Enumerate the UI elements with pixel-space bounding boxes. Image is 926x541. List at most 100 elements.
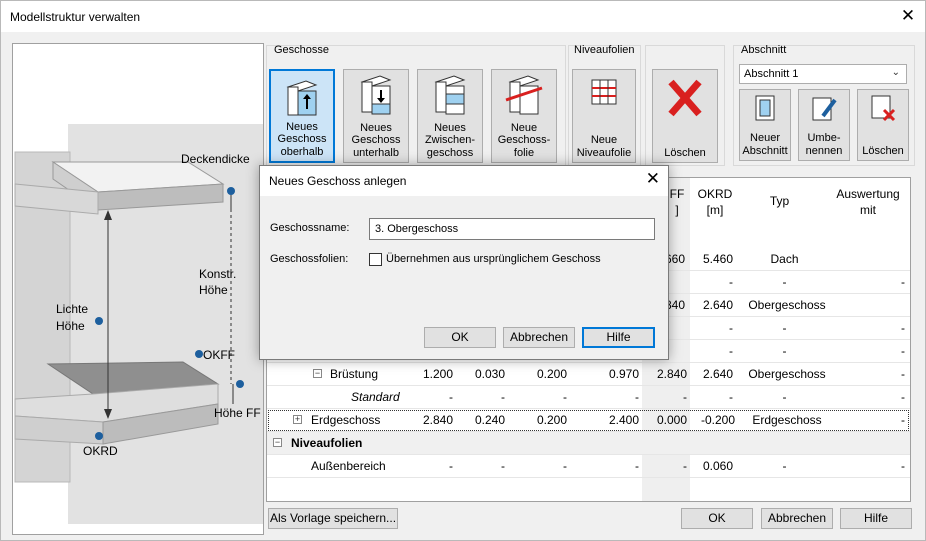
ok-button[interactable]: OK <box>681 508 753 529</box>
cell-f: 0.060 <box>702 459 733 473</box>
cell-name: Niveaufolien <box>291 436 363 450</box>
close-icon[interactable]: ✕ <box>646 169 660 189</box>
cell-typ: - <box>782 321 787 335</box>
dialog-ok-button[interactable]: OK <box>424 327 496 348</box>
table-row-aussenbereich[interactable]: Außenbereich - - - - - 0.060 - - <box>267 455 910 478</box>
btn-label-1: Umbe- <box>807 132 841 144</box>
new-intermediate-floor-button[interactable]: Neues Zwischen-geschoss <box>417 69 483 163</box>
floor-above-icon <box>286 80 318 116</box>
floor-name-input[interactable]: 3. Obergeschoss <box>369 218 655 240</box>
cell-f: 2.640 <box>702 367 733 381</box>
new-floor-above-button[interactable]: Neues Geschoss oberhalb <box>269 69 335 163</box>
btn-label: Löschen <box>862 144 904 157</box>
cell-okrd: 2.640 <box>702 298 733 312</box>
label-hoehe-ff: Höhe FF <box>214 406 261 420</box>
collapse-icon[interactable]: − <box>313 369 322 378</box>
btn-label-2: Geschoss <box>351 134 401 146</box>
cell-d: - <box>635 459 639 473</box>
delete-button[interactable]: Löschen <box>652 69 718 163</box>
cell-last: - <box>901 367 905 381</box>
label-deckendicke: Deckendicke <box>181 152 250 166</box>
group-label-niveaufolien: Niveaufolien <box>574 44 635 56</box>
cell-c: 0.200 <box>536 367 567 381</box>
cell-okrd: - <box>729 275 733 289</box>
header-okrd: OKRD <box>697 187 733 201</box>
table-row-erdgeschoss[interactable]: + Erdgeschoss 2.840 0.240 0.200 2.400 0.… <box>267 409 910 432</box>
cell-e: 0.000 <box>656 413 687 427</box>
cell-a: 2.840 <box>422 413 453 427</box>
cell-name: Brüstung <box>330 367 379 381</box>
new-floor-below-button[interactable]: Neues Geschoss unterhalb <box>343 69 409 163</box>
cell-a: - <box>449 390 453 404</box>
new-section-icon <box>755 95 775 121</box>
label-konstr: Konstr. <box>199 267 237 281</box>
table-row-niveaufolien[interactable]: − Niveaufolien <box>267 432 910 455</box>
btn-label-3: geschoss <box>426 146 474 159</box>
cell-f: - <box>729 390 733 404</box>
header-ff-unit: ] <box>675 203 679 217</box>
cell-typ: Dach <box>770 252 799 266</box>
cell-typ: - <box>782 459 787 473</box>
window-title: Modellstruktur verwalten <box>10 10 141 24</box>
dialog-cancel-button[interactable]: Abbrechen <box>503 327 575 348</box>
dialog-help-button[interactable]: Hilfe <box>582 327 655 348</box>
cell-last: - <box>901 413 905 427</box>
cell-typ: Obergeschoss <box>748 367 826 381</box>
new-level-layer-button[interactable]: Neue Niveaufolie <box>572 69 636 163</box>
rename-section-button[interactable]: Umbe-nennen <box>798 89 850 161</box>
cell-e: - <box>683 390 687 404</box>
dialog-title-bar: Neues Geschoss anlegen ✕ <box>260 166 668 196</box>
btn-label-3: folie <box>513 146 535 159</box>
header-auswertung: Auswertung <box>836 187 900 201</box>
btn-label-2: Abschnitt <box>742 144 788 157</box>
cell-typ: Erdgeschoss <box>752 413 822 427</box>
cell-typ: - <box>782 390 787 404</box>
cell-a: - <box>449 459 453 473</box>
take-over-layers-checkbox[interactable] <box>369 253 382 266</box>
new-floor-dialog: Neues Geschoss anlegen ✕ Geschossname: 3… <box>259 165 669 360</box>
structure-illustration: Deckendicke Konstr. Höhe Lichte Höhe OKF… <box>12 43 264 535</box>
cell-last: - <box>901 321 905 335</box>
new-section-button[interactable]: Neuer Abschnitt <box>739 89 791 161</box>
label-okff: OKFF <box>203 348 235 362</box>
cell-d: 0.970 <box>608 367 639 381</box>
cell-name: Standard <box>351 390 400 404</box>
save-as-template-button[interactable]: Als Vorlage speichern... <box>268 508 398 529</box>
label-lichte-hoehe: Höhe <box>56 319 85 333</box>
cell-typ: - <box>782 344 787 358</box>
cell-last: - <box>901 459 905 473</box>
cancel-button[interactable]: Abbrechen <box>761 508 833 529</box>
cell-typ: Obergeschoss <box>748 298 826 312</box>
collapse-icon[interactable]: − <box>273 438 282 447</box>
cell-b: 0.030 <box>474 367 505 381</box>
btn-label-3: oberhalb <box>280 145 324 158</box>
delete-x-icon <box>668 79 702 117</box>
cell-name: Außenbereich <box>311 459 386 473</box>
take-over-layers-label[interactable]: Übernehmen aus ursprünglichem Geschoss <box>386 253 601 265</box>
floor-name-label: Geschossname: <box>270 222 350 234</box>
btn-label-1: Neue <box>510 121 538 134</box>
btn-label-2: Geschoss <box>277 133 327 145</box>
section-select-value: Abschnitt 1 <box>744 68 799 80</box>
new-floor-layer-button[interactable]: Neue Geschoss-folie <box>491 69 557 163</box>
cell-last: - <box>901 390 905 404</box>
cell-okrd: - <box>729 321 733 335</box>
delete-section-button[interactable]: Löschen <box>857 89 909 161</box>
table-row-bruestung[interactable]: − Brüstung 1.200 0.030 0.200 0.970 2.840… <box>267 363 910 386</box>
btn-label-1: Neues <box>286 120 318 133</box>
table-row-standard[interactable]: Standard - - - - - - - - <box>267 386 910 409</box>
cell-e: 2.840 <box>656 367 687 381</box>
expand-icon[interactable]: + <box>293 415 302 424</box>
cell-d: 2.400 <box>608 413 639 427</box>
section-select[interactable]: Abschnitt 1 ⌄ <box>739 64 907 84</box>
btn-label-2: Zwischen- <box>424 134 476 146</box>
cell-okrd: - <box>729 344 733 358</box>
delete-section-icon <box>871 95 896 122</box>
cell-a: 1.200 <box>422 367 453 381</box>
help-button[interactable]: Hilfe <box>840 508 912 529</box>
close-icon[interactable]: ✕ <box>891 1 925 32</box>
btn-label-2: nennen <box>805 144 843 157</box>
cell-c: - <box>563 390 567 404</box>
cell-last: - <box>901 344 905 358</box>
header-okrd-unit: [m] <box>706 203 724 217</box>
